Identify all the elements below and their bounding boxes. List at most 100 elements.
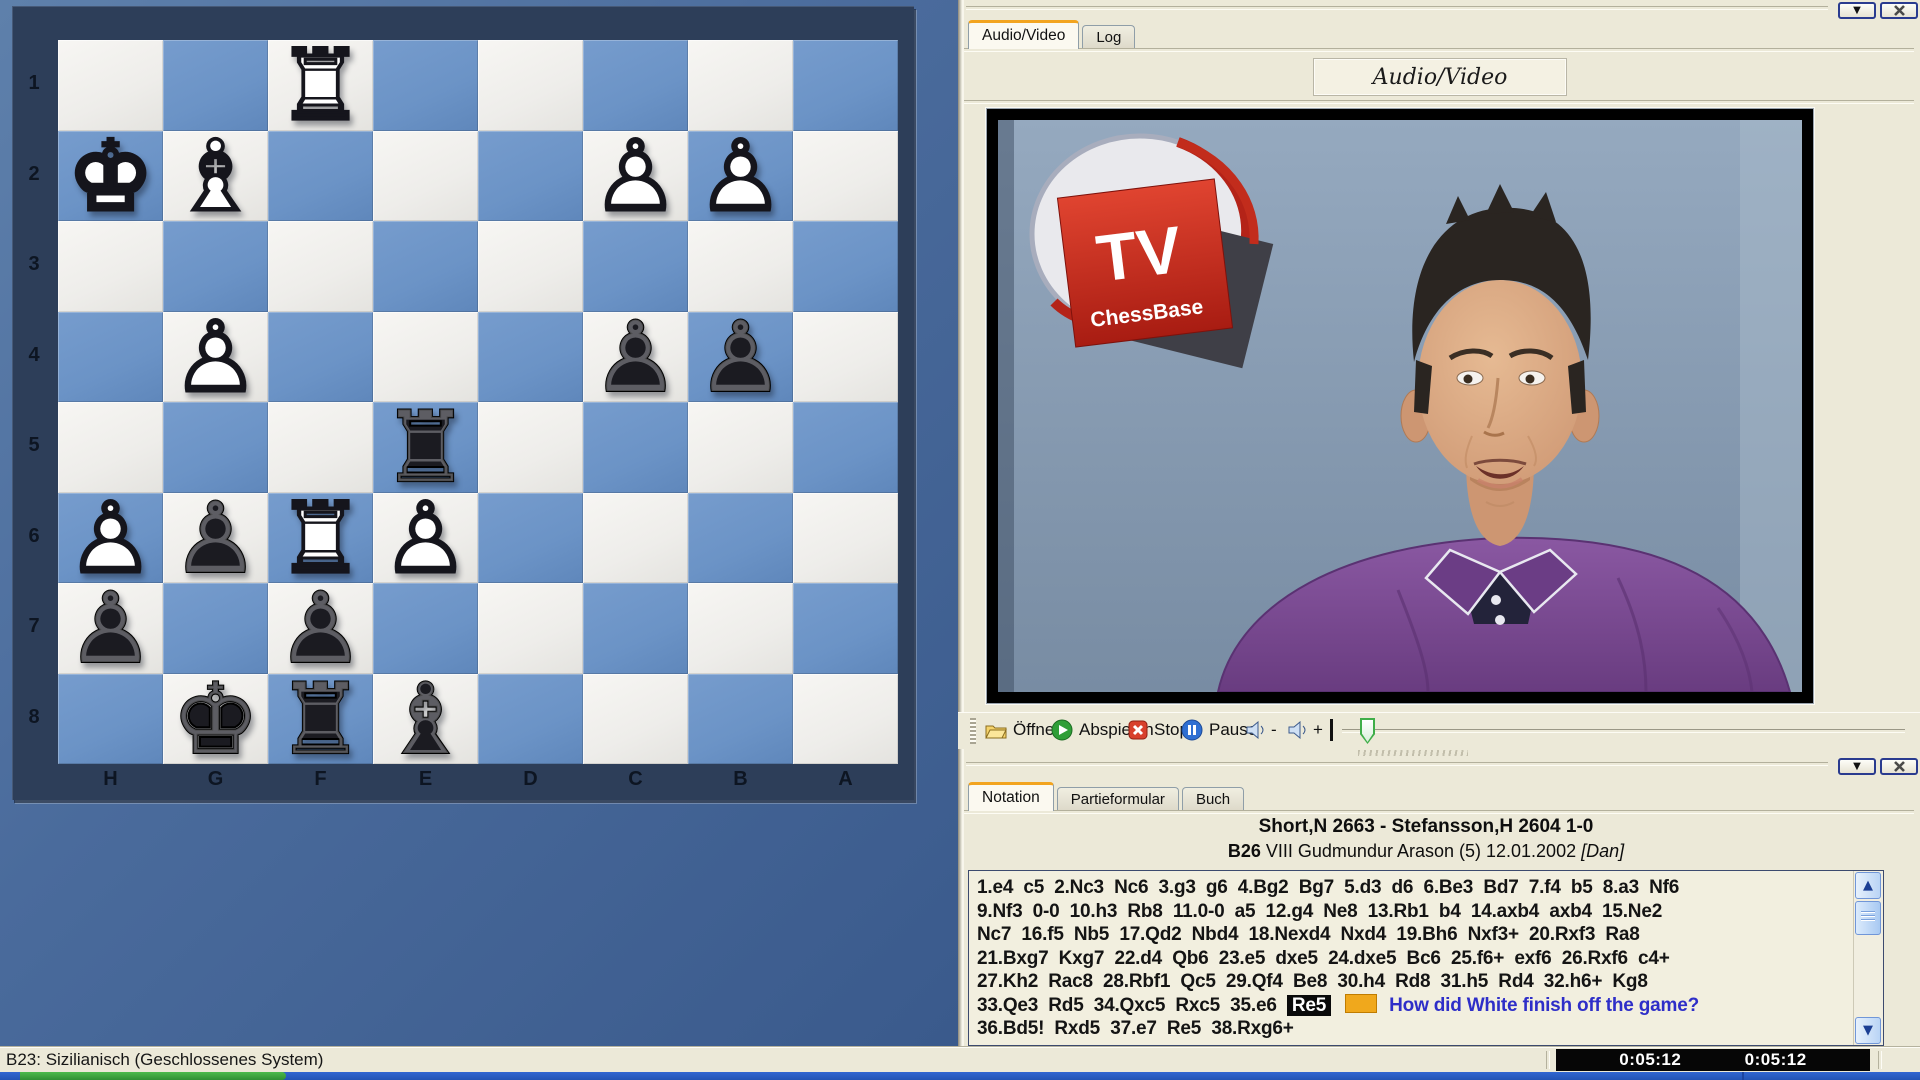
square-e4[interactable] [373, 311, 478, 402]
scrollbar-thumb[interactable] [1855, 901, 1881, 935]
square-f5[interactable] [268, 402, 373, 493]
square-a5[interactable] [793, 402, 898, 493]
square-d3[interactable] [478, 221, 583, 312]
notation-move-line[interactable]: 27.Kh2 Rac8 28.Rbf1 Qc5 29.Qf4 Be8 30.h4… [977, 970, 1853, 994]
square-e3[interactable] [373, 221, 478, 312]
tab-buch[interactable]: Buch [1181, 787, 1245, 811]
black-pawn-f7[interactable]: ♟ ♙ [268, 579, 373, 678]
square-d7[interactable] [478, 583, 583, 674]
av-collapse-button[interactable]: ▼ [1838, 2, 1876, 19]
tab-log[interactable]: Log [1082, 25, 1136, 49]
square-h1[interactable] [58, 40, 163, 131]
volume-up-button[interactable]: + [1287, 717, 1323, 743]
black-pawn-h7[interactable]: ♟ ♙ [58, 579, 163, 678]
notation-move-line[interactable]: 21.Bxg7 Kxg7 22.d4 Qb6 23.e5 dxe5 24.dxe… [977, 947, 1853, 971]
notation-collapse-button[interactable]: ▼ [1838, 758, 1876, 775]
square-a2[interactable] [793, 130, 898, 221]
white-pawn-g4[interactable]: ♟ ♙ [163, 307, 268, 407]
square-b3[interactable] [688, 221, 793, 312]
black-pawn-c4[interactable]: ♟ ♙ [583, 308, 688, 407]
square-d4[interactable] [478, 311, 583, 402]
white-king-h2[interactable]: ♚ ♔ [58, 126, 163, 226]
square-a3[interactable] [793, 221, 898, 312]
square-c3[interactable] [583, 221, 688, 312]
white-rook-f6[interactable]: ♜ ♖ [268, 488, 373, 588]
square-g3[interactable] [163, 221, 268, 312]
square-c6[interactable] [583, 492, 688, 583]
notation-close-button[interactable] [1880, 758, 1918, 775]
notation-move-line[interactable]: Nc7 16.f5 Nb5 17.Qd2 Nbd4 18.Nexd4 Nxd4 … [977, 923, 1853, 947]
black-rook-f8[interactable]: ♜ ♖ [268, 670, 373, 769]
square-a1[interactable] [793, 40, 898, 131]
square-b8[interactable] [688, 673, 793, 764]
notation-move-line[interactable]: 1.e4 c5 2.Nc3 Nc6 3.g3 g6 4.Bg2 Bg7 5.d3… [977, 876, 1853, 900]
piece-glyph: ♙ [381, 481, 470, 596]
square-c8[interactable] [583, 673, 688, 764]
pane-resize-grip[interactable] [1358, 750, 1468, 756]
seek-slider-track[interactable] [1342, 718, 1905, 744]
close-icon [1893, 761, 1905, 772]
white-pawn-h6[interactable]: ♟ ♙ [58, 488, 163, 588]
tab-audio-video[interactable]: Audio/Video [968, 20, 1080, 49]
white-pawn-e6[interactable]: ♟ ♙ [373, 481, 478, 596]
square-h4[interactable] [58, 311, 163, 402]
black-pawn-g6[interactable]: ♟ ♙ [163, 489, 268, 588]
square-d2[interactable] [478, 130, 583, 221]
square-g7[interactable] [163, 583, 268, 674]
svg-text:TV: TV [1093, 212, 1186, 296]
white-pawn-c2[interactable]: ♟ ♙ [583, 126, 688, 226]
square-a7[interactable] [793, 583, 898, 674]
square-h8[interactable] [58, 673, 163, 764]
volume-down-button[interactable]: - [1245, 717, 1277, 743]
white-rook-f1[interactable]: ♜ ♖ [268, 36, 373, 136]
square-e7[interactable] [373, 583, 478, 674]
square-b6[interactable] [688, 492, 793, 583]
toolbar-grip[interactable] [970, 718, 976, 744]
square-g1[interactable] [163, 40, 268, 131]
square-d6[interactable] [478, 492, 583, 583]
square-a8[interactable] [793, 673, 898, 764]
current-move-highlight[interactable]: Re5 [1286, 994, 1332, 1016]
square-b1[interactable] [688, 40, 793, 131]
white-bishop-g2[interactable]: ♝ ♗ [163, 126, 268, 226]
scroll-up-button[interactable]: ▲ [1855, 872, 1881, 899]
square-b7[interactable] [688, 583, 793, 674]
square-a6[interactable] [793, 492, 898, 583]
seek-slider-thumb[interactable] [1360, 718, 1375, 744]
square-e1[interactable] [373, 40, 478, 131]
tab-partieformular[interactable]: Partieformular [1056, 787, 1179, 811]
square-b5[interactable] [688, 402, 793, 493]
square-f3[interactable] [268, 221, 373, 312]
square-g5[interactable] [163, 402, 268, 493]
square-c1[interactable] [583, 40, 688, 131]
start-button[interactable] [20, 1072, 286, 1080]
square-f4[interactable] [268, 311, 373, 402]
notation-move-line[interactable]: 36.Bd5! Rxd5 37.e7 Re5 38.Rxg6+ [977, 1017, 1853, 1041]
square-d5[interactable] [478, 402, 583, 493]
tab-notation[interactable]: Notation [968, 782, 1054, 811]
pause-icon [1181, 719, 1203, 741]
scroll-down-button[interactable]: ▼ [1855, 1017, 1881, 1044]
white-pawn-b2[interactable]: ♟ ♙ [688, 126, 793, 226]
file-label-e: E [418, 768, 433, 790]
stop-button[interactable]: Stop [1128, 717, 1189, 743]
black-king-g8[interactable]: ♚ ♔ [163, 670, 268, 769]
moves-text[interactable]: 1.e4 c5 2.Nc3 Nc6 3.g3 g6 4.Bg2 Bg7 5.d3… [969, 871, 1853, 1045]
notation-move-line[interactable]: 9.Nf3 0-0 10.h3 Rb8 11.0-0 a5 12.g4 Ne8 … [977, 900, 1853, 924]
rank-label-5: 5 [28, 434, 40, 456]
av-close-button[interactable] [1880, 2, 1918, 19]
black-pawn-b4[interactable]: ♟ ♙ [688, 308, 793, 407]
black-bishop-e8[interactable]: ♝ ♗ [373, 670, 478, 769]
black-rook-e5[interactable]: ♜ ♖ [373, 398, 478, 497]
square-h3[interactable] [58, 221, 163, 312]
square-e2[interactable] [373, 130, 478, 221]
square-f2[interactable] [268, 130, 373, 221]
square-h5[interactable] [58, 402, 163, 493]
square-c5[interactable] [583, 402, 688, 493]
square-d1[interactable] [478, 40, 583, 131]
square-d8[interactable] [478, 673, 583, 764]
square-c7[interactable] [583, 583, 688, 674]
volume-down-label: - [1271, 720, 1277, 739]
notation-question-line[interactable]: 33.Qe3 Rd5 34.Qxc5 Rxc5 35.e6 Re5 How did… [977, 993, 1853, 1018]
square-a4[interactable] [793, 311, 898, 402]
